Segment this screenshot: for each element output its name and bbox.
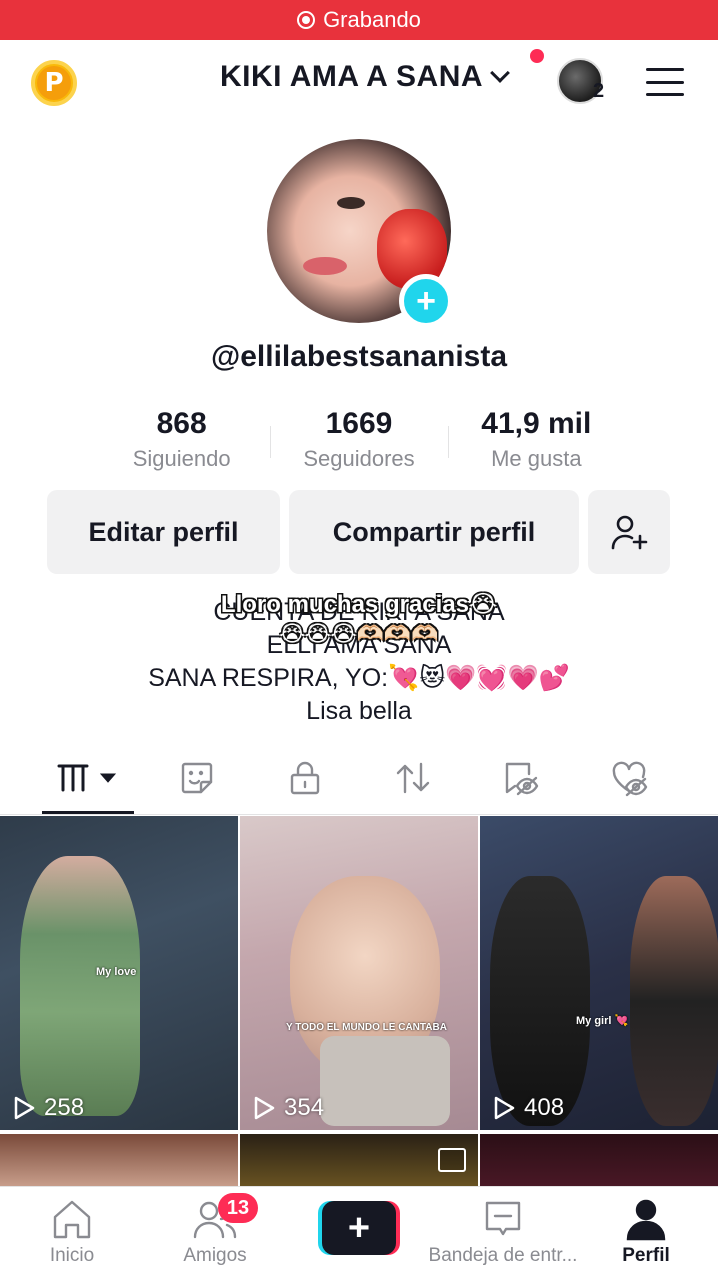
video-thumbnail[interactable]: My girl 💘 408 — [480, 816, 718, 1130]
plus-icon: + — [322, 1201, 396, 1255]
bottom-navigation: Inicio Amigos 13 + Bandeja de entr... Pe… — [0, 1186, 718, 1280]
hidden-bookmark-icon — [505, 762, 539, 796]
video-caption: My love — [96, 966, 137, 978]
photo-icon — [438, 1148, 466, 1172]
stat-likes[interactable]: 41,9 mil Me gusta — [447, 404, 625, 472]
friends-avatar-count: 2 — [593, 80, 605, 102]
stat-value: 41,9 mil — [481, 407, 592, 440]
home-icon — [53, 1200, 91, 1239]
nav-friends[interactable]: Amigos 13 — [170, 1187, 260, 1280]
hidden-heart-icon — [612, 761, 648, 797]
profile-stats: 868 Siguiendo 1669 Seguidores 41,9 mil M… — [93, 404, 625, 472]
share-profile-button[interactable]: Compartir perfil — [289, 490, 579, 574]
tab-favorites[interactable] — [467, 742, 575, 814]
view-count: 354 — [252, 1094, 324, 1122]
stat-following[interactable]: 868 Siguiendo — [93, 404, 270, 472]
view-count-value: 408 — [524, 1094, 565, 1121]
content-tabs — [0, 742, 718, 814]
nav-label: Bandeja de entr... — [428, 1245, 578, 1266]
add-user-icon — [611, 515, 648, 550]
nav-inbox[interactable]: Bandeja de entr... — [428, 1187, 578, 1280]
recording-status-bar: Grabando — [0, 0, 718, 40]
tab-stickers[interactable] — [143, 742, 251, 814]
stat-label: Me gusta — [491, 446, 582, 471]
stat-label: Seguidores — [303, 446, 415, 471]
add-avatar-icon[interactable]: + — [399, 274, 453, 328]
nav-label: Perfil — [622, 1245, 670, 1266]
add-friends-button[interactable] — [588, 490, 670, 574]
overlay-line: Lloro muchas gracias😭 — [220, 591, 498, 618]
stat-label: Siguiendo — [132, 446, 231, 471]
video-caption: My girl 💘 — [576, 1015, 629, 1027]
play-icon — [14, 1096, 35, 1120]
bio-line: SANA RESPIRA, YO:💘😻💗💓💗💕 — [148, 664, 570, 692]
username: @ellilabestsananista — [210, 340, 508, 373]
coins-icon[interactable]: P — [31, 60, 77, 106]
nav-home[interactable]: Inicio — [30, 1187, 114, 1280]
nav-profile[interactable]: Perfil — [606, 1187, 686, 1280]
create-button[interactable]: + — [318, 1187, 400, 1280]
tab-private[interactable] — [251, 742, 359, 814]
play-icon — [494, 1096, 515, 1120]
friends-notification-badge: 13 — [218, 1193, 258, 1223]
view-count-value: 258 — [44, 1094, 85, 1121]
repost-icon — [396, 762, 430, 794]
tab-videos[interactable] — [35, 742, 143, 814]
tab-reposts[interactable] — [359, 742, 467, 814]
video-caption: Y TODO EL MUNDO LE CANTABA — [286, 1022, 447, 1033]
overlay-line: 😭😭😭🫶🏻🫶🏻🫶🏻 — [279, 621, 439, 646]
lock-icon — [290, 761, 320, 795]
bio-line: Lisa bella — [306, 697, 412, 725]
play-icon — [254, 1096, 275, 1120]
tab-liked[interactable] — [575, 742, 683, 814]
chevron-down-icon — [490, 63, 510, 83]
video-thumbnail[interactable] — [0, 1134, 238, 1188]
stat-value: 868 — [156, 407, 207, 440]
video-thumbnail[interactable]: Y TODO EL MUNDO LE CANTABA 354 — [240, 816, 478, 1130]
edit-profile-button[interactable]: Editar perfil — [47, 490, 280, 574]
video-text-overlay: Lloro muchas gracias😭 😭😭😭🫶🏻🫶🏻🫶🏻 — [0, 590, 718, 647]
stat-value: 1669 — [325, 407, 393, 440]
photo-thumbnail[interactable] — [240, 1134, 478, 1188]
inbox-icon — [485, 1201, 521, 1236]
profile-icon — [626, 1199, 666, 1241]
profile-header: P KIKI AMA A SANA — [0, 40, 718, 124]
recording-label: Grabando — [323, 7, 421, 32]
sticker-icon — [181, 762, 213, 794]
view-count-value: 354 — [284, 1094, 325, 1121]
view-count: 258 — [12, 1094, 84, 1122]
record-icon — [297, 11, 316, 29]
nav-label: Inicio — [49, 1245, 95, 1266]
video-thumbnail[interactable]: My love 258 — [0, 816, 238, 1130]
view-count: 408 — [492, 1094, 564, 1122]
grid-icon — [57, 764, 117, 792]
video-thumbnail[interactable] — [480, 1134, 718, 1188]
account-switcher[interactable]: KIKI AMA A SANA — [220, 60, 510, 94]
nav-label: Amigos — [183, 1245, 247, 1266]
menu-icon[interactable] — [646, 68, 684, 96]
tabs-divider — [0, 814, 718, 815]
account-name: KIKI AMA A SANA — [220, 60, 484, 93]
stat-followers[interactable]: 1669 Seguidores — [270, 404, 447, 472]
notification-dot — [530, 49, 544, 63]
